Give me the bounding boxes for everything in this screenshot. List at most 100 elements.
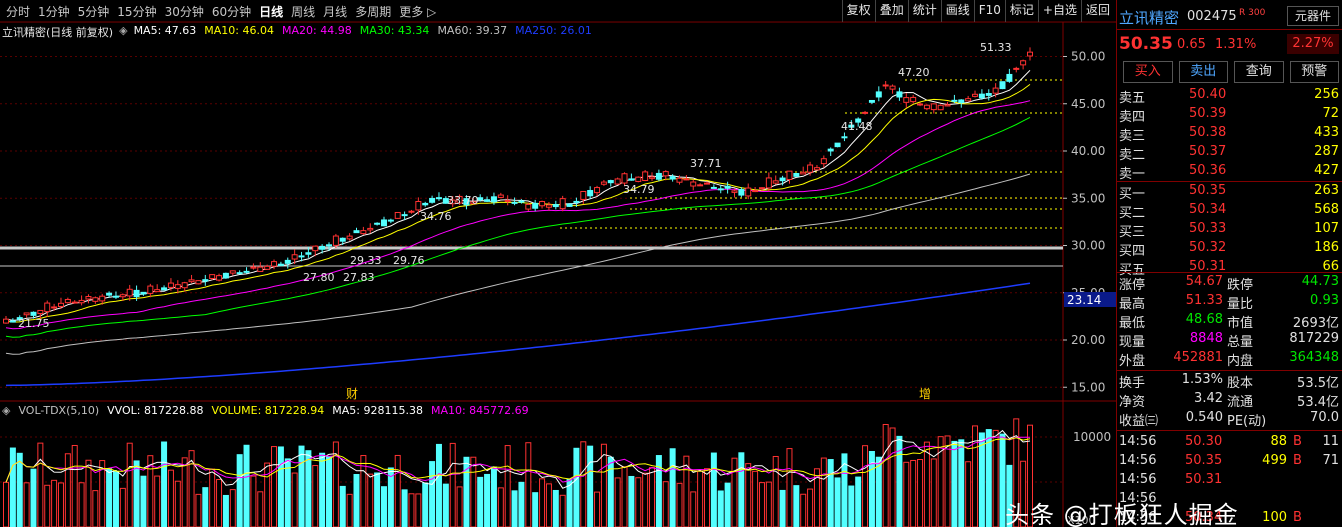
volume-bar (807, 488, 814, 527)
volume-bar (415, 493, 422, 527)
order-price: 50.34 (1189, 202, 1227, 217)
order-book-row[interactable]: 卖四 50.39 72 (1117, 105, 1342, 125)
volume-bar (181, 457, 188, 527)
volume-bar (326, 456, 333, 527)
trade-button[interactable]: 查询 (1234, 61, 1284, 83)
order-level-label: 卖一 (1119, 167, 1146, 182)
period-tab[interactable]: 更多 ▷ (395, 3, 440, 20)
candle (1027, 47, 1033, 61)
period-tab[interactable]: 5分钟 (74, 3, 114, 20)
tool-button[interactable]: +自选 (1037, 0, 1081, 22)
candle (910, 94, 917, 104)
tool-button[interactable]: 叠加 (874, 0, 908, 22)
period-tab[interactable]: 周线 (287, 3, 319, 20)
trade-button[interactable]: 买入 (1123, 61, 1173, 83)
candle (800, 166, 807, 175)
volume-bar (23, 482, 30, 527)
settings-icon[interactable]: ◈ (119, 24, 127, 40)
candle (600, 179, 607, 186)
order-book-row[interactable]: 买一 50.35 263 (1117, 182, 1342, 202)
volume-bar (291, 472, 298, 527)
kline-chart[interactable]: 50.0045.0040.0035.0030.0025.0020.0015.00… (0, 0, 1116, 527)
order-book-row[interactable]: 买三 50.33 107 (1117, 220, 1342, 240)
stat-value: 452881 (1173, 350, 1223, 365)
candle (841, 132, 848, 142)
sector-button[interactable]: 元器件 (1287, 6, 1339, 26)
tool-button[interactable]: 标记 (1004, 0, 1038, 22)
volume-bar (703, 468, 710, 527)
candle (552, 200, 559, 210)
tool-button[interactable]: 复权 (841, 0, 875, 22)
trade-button[interactable]: 卖出 (1178, 61, 1228, 83)
period-tab[interactable]: 月线 (319, 3, 351, 20)
order-volume: 287 (1314, 144, 1339, 159)
period-tab[interactable]: 分时 (2, 3, 34, 20)
order-book-row[interactable]: 卖五 50.40 256 (1117, 86, 1342, 106)
volume-bar (353, 473, 360, 527)
tool-button[interactable]: 返回 (1080, 0, 1114, 22)
order-book-row[interactable]: 卖三 50.38 433 (1117, 124, 1342, 144)
event-marker[interactable]: 财 (346, 387, 358, 401)
fin-value: 3.42 (1194, 391, 1223, 406)
order-level-label: 卖三 (1119, 129, 1146, 144)
volume-bar (271, 446, 278, 527)
candle (738, 187, 745, 198)
period-tab[interactable]: 60分钟 (208, 3, 255, 20)
order-price: 50.39 (1189, 106, 1227, 121)
order-book-row[interactable]: 买二 50.34 568 (1117, 201, 1342, 221)
candle (346, 233, 353, 241)
volume-bar (236, 454, 243, 527)
settings-icon[interactable]: ◈ (2, 404, 10, 420)
svg-text:23.14: 23.14 (1067, 293, 1101, 307)
price-annotation: 29.33 (350, 254, 382, 267)
order-book-row[interactable]: 买四 50.32 186 (1117, 239, 1342, 259)
order-price: 50.33 (1189, 221, 1227, 236)
stat-row: 涨停 54.67 跌停 44.73 (1117, 273, 1342, 293)
tick-price: 50.35 (1185, 453, 1223, 468)
candle (243, 267, 250, 274)
volume-bar (264, 462, 271, 527)
ma-value: MA5: 47.63 (133, 24, 197, 37)
order-volume: 72 (1322, 106, 1339, 121)
candle (1006, 68, 1013, 83)
price-annotation: 27.83 (343, 271, 375, 284)
volume-bar (126, 442, 133, 527)
tool-button[interactable]: 统计 (907, 0, 941, 22)
order-book-row[interactable]: 卖二 50.37 287 (1117, 143, 1342, 163)
tick-side: B (1293, 453, 1302, 468)
trade-button[interactable]: 预警 (1289, 61, 1339, 83)
volume-bar (92, 490, 99, 527)
volume-bar (222, 494, 229, 527)
order-volume: 263 (1314, 183, 1339, 198)
price-annotation: 41.48 (841, 120, 873, 133)
volume-bar (449, 442, 456, 527)
period-tab[interactable]: 多周期 (351, 3, 395, 20)
volume-bar (607, 456, 614, 527)
tool-button[interactable]: 画线 (940, 0, 974, 22)
stat-value: 0.93 (1310, 293, 1339, 308)
period-tab[interactable]: 30分钟 (161, 3, 208, 20)
volume-bar (580, 441, 587, 527)
period-tab[interactable]: 日线 (255, 3, 287, 20)
candle (930, 103, 937, 114)
period-tab[interactable]: 1分钟 (34, 3, 74, 20)
volume-bar (380, 486, 387, 527)
volume-bar (518, 481, 525, 527)
candle (539, 200, 546, 209)
candle (745, 183, 752, 200)
candle (862, 110, 869, 115)
event-marker[interactable]: 增 (919, 387, 931, 401)
candle (71, 300, 78, 304)
stat-label: 市值 (1227, 316, 1254, 331)
period-tab[interactable]: 15分钟 (113, 3, 160, 20)
tick-time: 14:56 (1119, 453, 1157, 468)
candle (965, 95, 972, 102)
tool-button[interactable]: F10 (973, 0, 1005, 22)
order-book-row[interactable]: 卖一 50.36 427 (1117, 162, 1342, 182)
stat-label: 最低 (1119, 316, 1146, 331)
tick-row: 14:56 50.35 499 B 71 (1117, 452, 1342, 471)
stat-row: 最低 48.68 市值 2693亿 (1117, 311, 1342, 331)
volume-bar (497, 487, 504, 527)
volume-bar (484, 473, 491, 527)
stat-label: 总量 (1227, 335, 1254, 350)
